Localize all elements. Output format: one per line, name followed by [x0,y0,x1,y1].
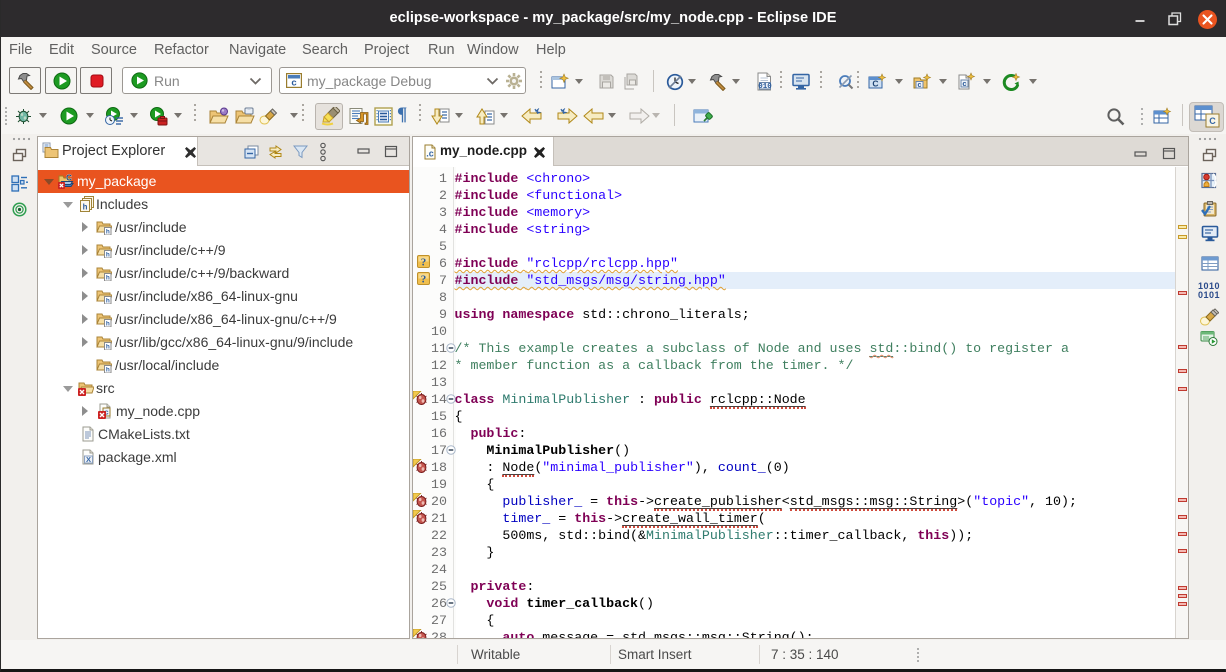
svg-text:.c: .c [426,149,434,159]
svg-text:C: C [66,174,72,183]
svg-text:h: h [83,204,88,213]
svg-text:h: h [106,367,110,374]
svg-text:?: ? [421,274,427,286]
svg-text:c: c [291,78,296,89]
svg-text:h: h [106,229,110,236]
svg-text:h: h [106,298,110,305]
svg-text:h: h [106,275,110,282]
svg-text:c: c [918,82,922,89]
svg-text:C: C [1209,116,1216,126]
svg-text:c: c [962,79,966,88]
svg-text:010: 010 [758,83,772,91]
svg-text:h: h [106,344,110,351]
svg-text:h: h [106,252,110,259]
svg-text:h: h [106,321,110,328]
svg-text:X: X [86,455,91,464]
svg-text:?: ? [421,257,427,269]
svg-text:C: C [872,79,878,89]
